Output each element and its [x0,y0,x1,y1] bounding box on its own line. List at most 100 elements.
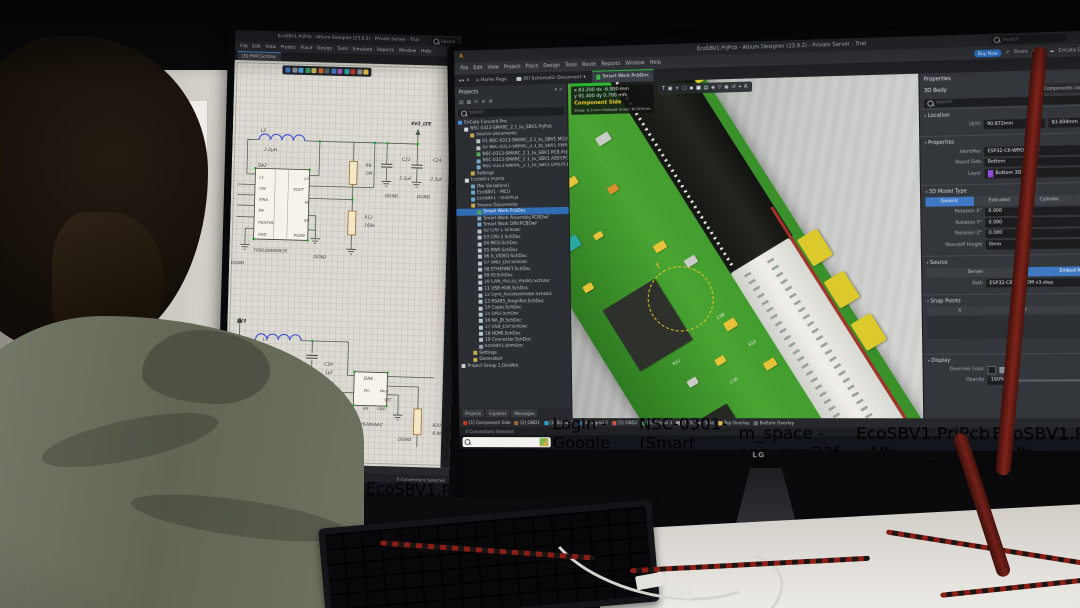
viewport-tool-icon[interactable]: ◉ [724,84,729,90]
menu-item[interactable]: Design [317,46,333,51]
source-tab[interactable]: Server [926,267,1024,278]
model-type-tab[interactable]: Sphere [1075,193,1080,203]
snap-points-table[interactable] [927,314,1080,339]
taskbar-item[interactable]: NSC-0301-(Smart Filte... [639,414,729,452]
workspace-name[interactable]: EnCata Concord Pro [1059,47,1080,54]
menu-item[interactable]: Edit [473,65,482,70]
schematic-label: R8 [366,165,372,169]
share-icon: ⇗ [1005,50,1009,55]
menu-item[interactable]: Tools [565,63,577,68]
opacity-slider[interactable] [1015,379,1080,381]
active-bar-icon[interactable] [305,68,310,73]
projects-search-input[interactable] [469,109,509,115]
viewport-tool-icon[interactable]: ▢ [682,85,687,91]
menu-item[interactable]: Edit [252,44,261,49]
projects-tool-icon[interactable]: ⚙ [489,99,494,105]
menu-item[interactable]: File [460,66,468,71]
viewport-tool-icon[interactable]: ■ [696,85,701,91]
tree-row[interactable]: Project Group 1.DsnWrk [458,362,570,369]
active-bar-icon[interactable] [357,69,362,74]
menu-item[interactable]: View [488,65,499,70]
search-icon [433,38,439,44]
layer-tab-label: [1] Component Side [469,420,511,425]
projects-tool-icon[interactable]: ▤ [459,100,464,106]
active-bar-icon[interactable] [311,68,316,73]
projects-tool-icon[interactable]: ↻ [474,99,478,105]
menu-item[interactable]: Project [280,45,296,50]
viewport-tool-icon[interactable]: ▣ [668,86,673,92]
active-bar-icon[interactable] [298,68,303,73]
panel-tab[interactable]: Projects [462,409,484,417]
override-color-checkbox[interactable] [987,365,996,373]
active-bar-icon[interactable] [344,69,349,74]
taskbar-item[interactable]: m_space - app_mm32f... [739,423,855,451]
projects-panel-icons[interactable]: ▾ ✕ [554,86,562,92]
menu-item[interactable]: Help [650,60,661,65]
right-search-box[interactable] [990,34,1067,45]
viewport-tool-icon[interactable]: ⌖ [738,84,741,90]
menu-item[interactable]: View [265,44,276,49]
schematic-label: C23 [402,159,411,164]
model-row: Standoff Height 0mm ▴▾ [926,238,1080,250]
taskbar-search[interactable] [463,437,551,447]
viewport-tool-icon[interactable]: ▤ [703,85,708,91]
viewport-tool-icon[interactable]: ↺ [731,84,735,90]
document-icon [479,325,483,329]
menu-item[interactable]: Design [543,63,560,69]
location-y-input[interactable]: 83.694mm [1048,117,1080,127]
path-input[interactable]: ESP32-C6-WROOM v3.step [986,278,1080,288]
document-icon [478,255,482,259]
viewport-tool-icon[interactable]: ◈ [711,85,715,91]
model-type-tab[interactable]: Generic [925,196,973,206]
share-button[interactable]: Share [1014,49,1028,55]
active-bar-icon[interactable] [350,69,355,74]
menu-item[interactable]: Tools [337,46,348,51]
panel-tab[interactable]: Messages [511,409,537,417]
menu-item[interactable]: Help [421,49,431,54]
model-row-input[interactable]: 0mm [986,238,1080,249]
pcb-3d-viewport[interactable]: L24C30R12R21C38R20 x 83.200 dx -6.900 mm… [568,74,923,419]
active-bar-icon[interactable] [337,69,342,74]
layer-tab[interactable]: [1] Component Side [463,420,510,425]
menu-item[interactable]: File [240,44,248,49]
viewport-tool-icon[interactable]: T [662,86,665,92]
projects-tool-icon[interactable]: ≡ [481,99,485,105]
tab-home[interactable]: ⌂ Home Page [472,74,511,86]
schematic-label: GND [377,407,386,411]
menu-item[interactable]: Place [300,45,312,50]
viewport-tool-icon[interactable]: A [744,84,748,90]
active-bar-icon[interactable] [363,70,368,75]
model-type-tab[interactable]: Extruded [975,195,1024,205]
panel-tab[interactable]: Explorer [486,409,509,417]
menu-item[interactable]: Route [582,62,596,67]
buy-now-button[interactable]: Buy Now [974,49,1001,57]
tab-nav-arrows[interactable]: ◂ ▸ ✕ [459,78,470,83]
viewport-tool-icon[interactable]: ▽ [718,84,722,90]
menu-item[interactable]: Place [525,64,538,69]
active-bar-icon[interactable] [292,68,297,73]
model-type-section: 3D Model Type GenericExtrudedCylinderSph… [921,181,1080,256]
tree-row-label: Smart Work.PcbDoc [483,209,526,215]
menu-item[interactable]: Project [504,64,521,70]
active-bar-icon[interactable] [318,68,323,73]
properties-search-input[interactable] [936,99,979,105]
source-tab[interactable]: Embed Model [1026,265,1080,276]
viewport-tool-icon[interactable]: ◆ [689,85,693,91]
menu-item[interactable]: Window [625,61,644,67]
active-bar-icon[interactable] [285,67,290,72]
active-bar-icon[interactable] [331,69,336,74]
menu-item[interactable]: Reports [377,47,394,52]
right-search-input[interactable] [1002,36,1046,43]
menu-item[interactable]: Simulate [352,47,372,53]
document-icon [473,351,477,355]
active-bar-icon[interactable] [324,68,329,73]
taskbar-item[interactable]: Login - Google Chro... [552,414,631,452]
scope-dropdown[interactable]: Components (and 12 more) [1040,81,1080,92]
layer-tab[interactable]: [2] GND1 [515,420,540,425]
viewport-tool-icon[interactable]: + [675,86,679,92]
model-row-input[interactable]: 0.000 [985,227,1080,238]
menu-item[interactable]: Window [399,48,417,53]
menu-item[interactable]: Reports [601,61,620,67]
projects-tool-icon[interactable]: ▦ [467,99,472,105]
taskbar-item[interactable]: EcoSBV1.P... [366,478,462,496]
